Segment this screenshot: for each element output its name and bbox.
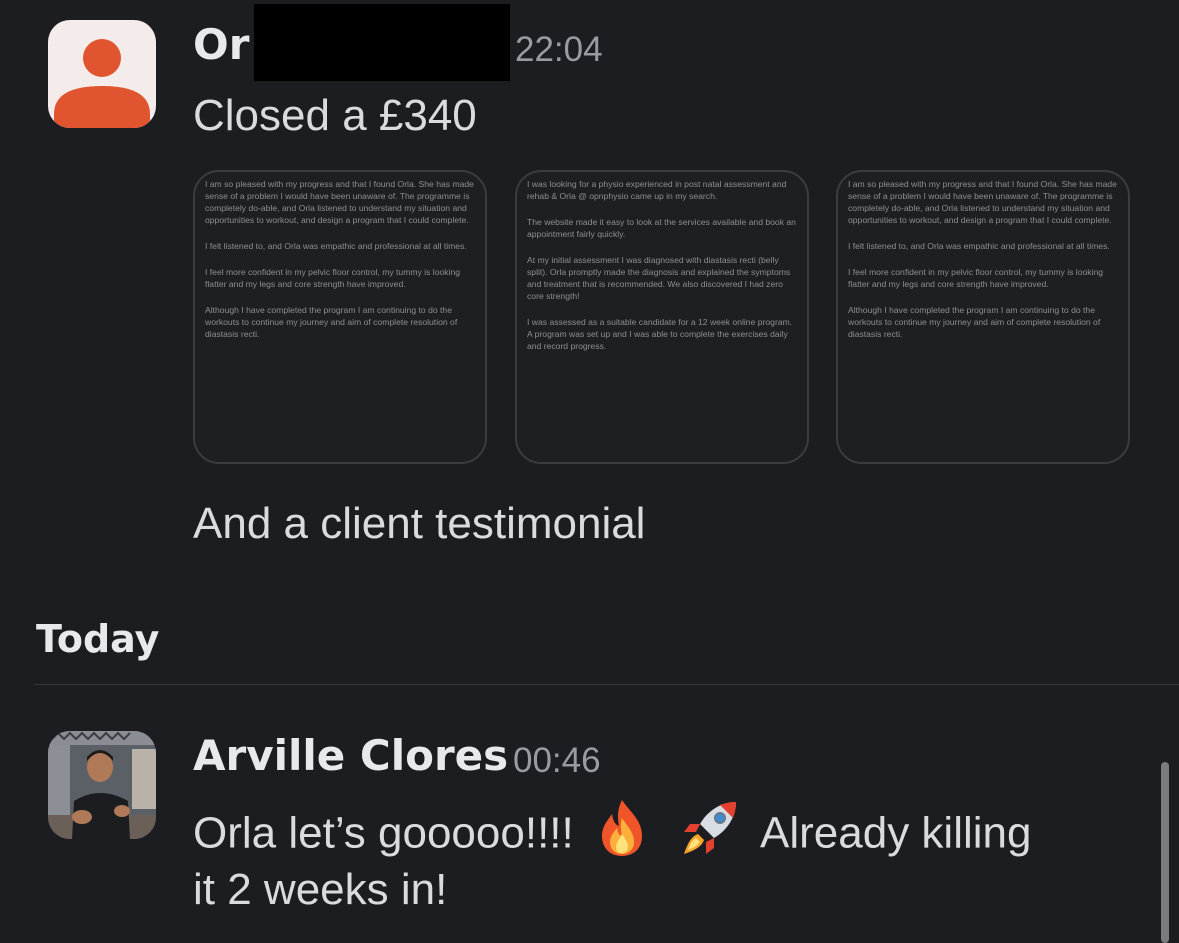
message-text: Closed a £340 (193, 91, 477, 140)
attachment-paragraph: I felt listened to, and Orla was empathi… (848, 241, 1110, 251)
message-author-name[interactable]: Or (193, 20, 249, 69)
attachment-paragraph: I was looking for a physio experienced i… (527, 179, 787, 201)
attachment-paragraph: Although I have completed the program I … (848, 305, 1101, 339)
attachment-paragraph: I feel more confident in my pelvic floor… (205, 267, 461, 289)
user-avatar-default[interactable] (48, 20, 156, 128)
scrollbar[interactable] (1161, 762, 1169, 943)
image-attachment[interactable]: I am so pleased with my progress and tha… (193, 170, 487, 464)
message-author-name[interactable]: Arville Clores (193, 731, 508, 780)
message-timestamp[interactable]: 00:46 (513, 741, 601, 781)
message-text-part: Orla let’s gooooo!!!! (193, 808, 574, 858)
attachment-paragraph: At my initial assessment I was diagnosed… (527, 255, 791, 301)
attachment-paragraph: The website made it easy to look at the … (527, 217, 796, 239)
rocket-emoji (680, 798, 740, 874)
channel-view: Or 22:04 Closed a £340 I am so pleased w… (0, 0, 1179, 943)
attachment-paragraph: I felt listened to, and Orla was empathi… (205, 241, 467, 251)
image-attachment[interactable]: I am so pleased with my progress and tha… (836, 170, 1130, 464)
user-avatar-photo[interactable] (48, 731, 156, 839)
day-divider-line (34, 684, 1179, 685)
attachment-paragraph: I am so pleased with my progress and tha… (205, 179, 474, 225)
image-attachment[interactable]: I was looking for a physio experienced i… (515, 170, 809, 464)
fire-emoji (596, 798, 648, 874)
message-timestamp[interactable]: 22:04 (515, 30, 603, 70)
attachment-paragraph: I feel more confident in my pelvic floor… (848, 267, 1104, 289)
attachment-paragraph: Although I have completed the program I … (205, 305, 458, 339)
profile-photo (48, 731, 156, 839)
redacted-name-block (254, 4, 510, 81)
day-divider-label: Today (36, 617, 160, 661)
message-text: And a client testimonial (193, 499, 646, 548)
message-text-part: Already killing (760, 808, 1032, 858)
attachment-paragraph: I am so pleased with my progress and tha… (848, 179, 1117, 225)
default-user-icon (54, 39, 150, 128)
attachment-paragraph: I was assessed as a suitable candidate f… (527, 317, 793, 351)
message-text-line: it 2 weeks in! (193, 865, 448, 914)
